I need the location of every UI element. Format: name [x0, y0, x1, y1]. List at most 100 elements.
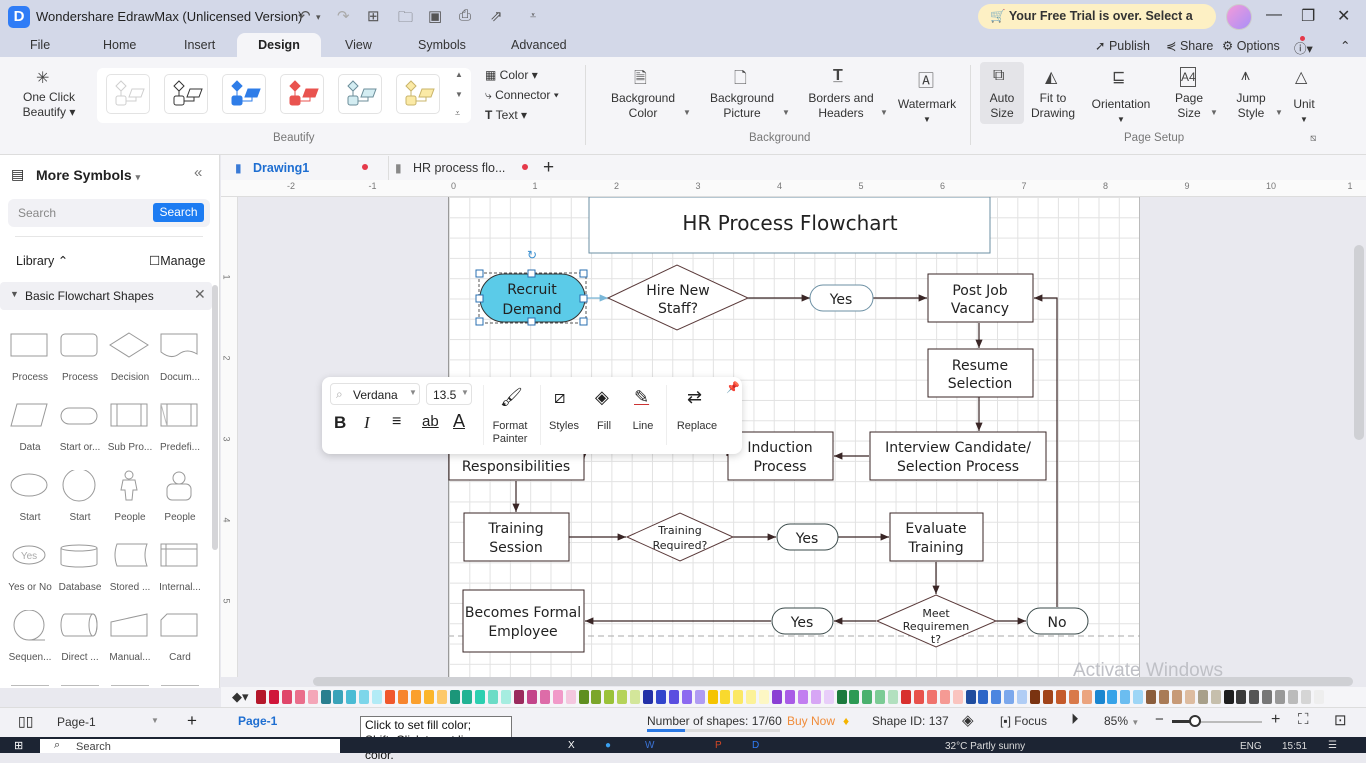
color-swatch[interactable] — [1288, 690, 1298, 704]
library-shape-people[interactable] — [109, 470, 151, 502]
color-swatch[interactable] — [514, 690, 524, 704]
color-swatch[interactable] — [707, 690, 718, 704]
save-icon[interactable]: ▣ — [428, 7, 442, 25]
pin-icon[interactable]: 📌 — [726, 381, 740, 394]
library-shape-decision[interactable] — [109, 330, 151, 362]
library-shape-start[interactable] — [59, 470, 101, 502]
color-swatch[interactable] — [1210, 690, 1221, 704]
color-swatch[interactable] — [501, 690, 512, 704]
font-size-select[interactable]: 13.5 ▼ — [426, 383, 472, 405]
theme-scroll-down-icon[interactable]: ▼ — [455, 90, 463, 99]
color-swatch[interactable] — [875, 690, 886, 704]
fit-width-icon[interactable]: ⊡ — [1334, 711, 1347, 729]
excel-app-icon[interactable]: X — [568, 740, 575, 751]
library-shape-data[interactable] — [9, 400, 51, 432]
color-swatch[interactable] — [901, 690, 911, 704]
library-shape-direct[interactable] — [59, 610, 101, 642]
color-swatch[interactable] — [965, 690, 976, 704]
library-shape-database[interactable] — [59, 540, 101, 572]
share-button[interactable]: ⋞ Share — [1166, 38, 1213, 53]
color-swatch[interactable] — [1313, 690, 1324, 704]
color-swatch[interactable] — [281, 690, 292, 704]
undo-icon[interactable]: ↶ — [298, 7, 311, 25]
focus-button[interactable]: [▪] Focus — [1000, 714, 1047, 728]
zoom-select[interactable]: 85% ▼ — [1104, 714, 1139, 728]
resize-handle[interactable] — [475, 294, 484, 303]
add-page-button[interactable]: + — [187, 711, 197, 731]
color-swatch[interactable] — [1159, 690, 1169, 704]
word-app-icon[interactable]: W — [645, 740, 654, 751]
color-swatch[interactable] — [913, 690, 924, 704]
align-button[interactable]: ≡ — [392, 413, 401, 431]
text-button[interactable]: T Text ▾ — [485, 108, 527, 122]
bold-button[interactable]: B — [334, 413, 346, 433]
buy-now-link[interactable]: Buy Now — [787, 714, 835, 728]
color-swatch[interactable] — [1197, 690, 1208, 704]
fill-bucket-icon[interactable]: ◆▾ — [232, 689, 249, 705]
watermark-button[interactable]: Watermark ▼ — [893, 97, 961, 127]
color-swatch[interactable] — [1300, 690, 1311, 704]
page-select[interactable]: Page-1 ▼ — [49, 711, 169, 733]
color-swatch[interactable] — [991, 690, 1002, 704]
jump-style-dropdown-icon[interactable]: ▼ — [1275, 108, 1283, 117]
background-color-dropdown-icon[interactable]: ▼ — [683, 108, 691, 117]
color-swatch[interactable] — [333, 690, 344, 704]
beautify-theme-2[interactable] — [164, 74, 208, 114]
color-swatch[interactable] — [268, 690, 279, 704]
color-swatch[interactable] — [294, 690, 305, 704]
color-swatch[interactable] — [759, 690, 770, 704]
resize-handle[interactable] — [579, 269, 588, 278]
orientation-button[interactable]: Orientation ▼ — [1086, 97, 1156, 127]
color-swatch[interactable] — [462, 690, 473, 704]
library-shape-people[interactable] — [159, 470, 201, 502]
zoom-in-button[interactable]: + — [1271, 711, 1280, 729]
resize-handle[interactable] — [527, 317, 536, 326]
node-training-required[interactable] — [625, 512, 735, 562]
zoom-slider-handle[interactable] — [1188, 715, 1201, 727]
search-button[interactable]: Search — [153, 203, 204, 222]
page-size-button[interactable]: Page Size — [1168, 91, 1210, 121]
language-indicator[interactable]: ENG — [1240, 741, 1262, 752]
customize-qa-icon[interactable]: ⩡ — [530, 10, 536, 23]
color-swatch[interactable] — [668, 690, 679, 704]
color-swatch[interactable] — [1030, 690, 1040, 704]
menu-view[interactable]: View — [345, 38, 372, 52]
color-swatch[interactable] — [862, 690, 873, 704]
taskbar-search[interactable]: ⌕ Search — [40, 739, 340, 753]
library-shape-process[interactable] — [59, 330, 101, 362]
horizontal-ruler[interactable] — [221, 180, 1366, 197]
color-swatch[interactable] — [694, 690, 705, 704]
library-shape-manual[interactable] — [109, 610, 151, 642]
menu-design[interactable]: Design — [237, 33, 321, 57]
color-swatch[interactable] — [746, 690, 757, 704]
color-swatch[interactable] — [346, 690, 357, 704]
library-shape-stored[interactable] — [109, 540, 151, 572]
fit-to-drawing-button[interactable]: Fit to Drawing — [1028, 91, 1078, 121]
user-avatar[interactable] — [1226, 4, 1252, 30]
free-trial-banner[interactable]: 🛒 Your Free Trial is over. Select a Plan — [978, 4, 1216, 48]
node-becomes-formal-employee[interactable] — [462, 589, 585, 653]
color-swatch[interactable] — [436, 690, 447, 704]
library-shape-partial[interactable] — [111, 685, 149, 688]
edrawmax-app-icon[interactable]: D — [752, 740, 759, 751]
color-swatch[interactable] — [552, 690, 563, 704]
collapse-panel-icon[interactable]: « — [194, 164, 202, 181]
color-swatch[interactable] — [565, 690, 576, 704]
undo-dropdown-icon[interactable]: ▾ — [316, 12, 321, 23]
notification-center-icon[interactable]: ☰ — [1328, 740, 1337, 751]
color-swatch[interactable] — [733, 690, 744, 704]
beautify-theme-1[interactable] — [106, 74, 150, 114]
color-swatch[interactable] — [1133, 690, 1144, 704]
unit-button[interactable]: Unit ▼ — [1286, 97, 1322, 127]
vertical-scrollbar[interactable] — [1354, 245, 1364, 440]
resize-handle[interactable] — [527, 269, 536, 278]
redo-icon[interactable]: ↷ — [337, 7, 350, 25]
color-swatch[interactable] — [1042, 690, 1053, 704]
library-shape-partial[interactable] — [161, 685, 199, 688]
italic-button[interactable]: I — [364, 413, 370, 433]
library-shape-process[interactable] — [9, 330, 51, 362]
manage-button[interactable]: ☐Manage — [149, 253, 205, 268]
jump-style-button[interactable]: Jump Style — [1230, 91, 1272, 121]
color-swatch[interactable] — [1262, 690, 1273, 704]
color-swatch[interactable] — [539, 690, 550, 704]
